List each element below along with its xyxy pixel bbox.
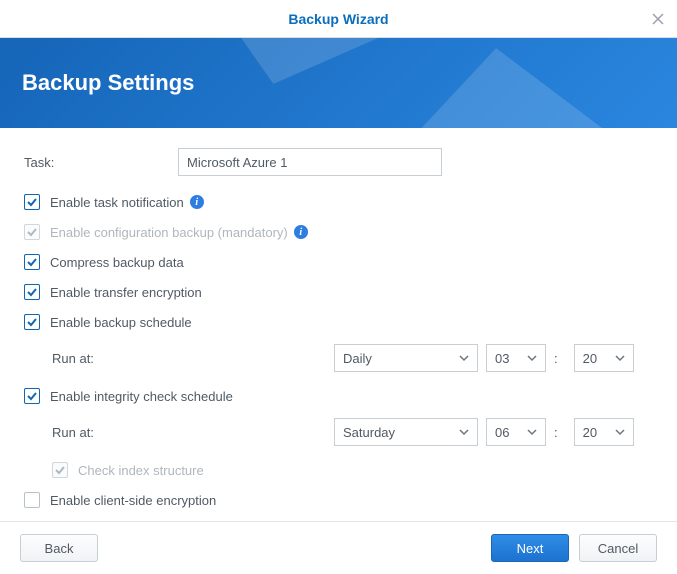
row-integrity-schedule: Enable integrity check schedule — [24, 388, 653, 404]
row-enable-notification: Enable task notification i — [24, 194, 653, 210]
row-compress: Compress backup data — [24, 254, 653, 270]
checkbox-config-backup — [24, 224, 40, 240]
row-client-encryption: Enable client-side encryption — [24, 492, 653, 508]
cancel-button[interactable]: Cancel — [579, 534, 657, 562]
title-bar: Backup Wizard — [0, 0, 677, 38]
label-config-backup: Enable configuration backup (mandatory) — [50, 225, 288, 240]
integrity-runat-label: Run at: — [52, 425, 334, 440]
label-client-encryption: Enable client-side encryption — [50, 493, 216, 508]
backup-hour-value: 03 — [495, 351, 509, 366]
checkbox-integrity-schedule[interactable] — [24, 388, 40, 404]
back-button[interactable]: Back — [20, 534, 98, 562]
info-icon[interactable]: i — [190, 195, 204, 209]
backup-minute-value: 20 — [583, 351, 597, 366]
label-integrity-schedule: Enable integrity check schedule — [50, 389, 233, 404]
integrity-frequency-value: Saturday — [343, 425, 395, 440]
chevron-down-icon — [459, 427, 469, 437]
time-separator: : — [554, 425, 558, 440]
banner: Backup Settings — [0, 38, 677, 128]
row-backup-schedule: Enable backup schedule — [24, 314, 653, 330]
chevron-down-icon — [459, 353, 469, 363]
integrity-hour-select[interactable]: 06 — [486, 418, 546, 446]
checkbox-enable-notification[interactable] — [24, 194, 40, 210]
label-check-index: Check index structure — [78, 463, 204, 478]
checkbox-backup-schedule[interactable] — [24, 314, 40, 330]
label-enable-notification: Enable task notification — [50, 195, 184, 210]
footer: Back Next Cancel — [0, 521, 677, 574]
integrity-minute-value: 20 — [583, 425, 597, 440]
integrity-schedule-runat: Run at: Saturday 06 : 20 — [24, 418, 653, 446]
backup-schedule-runat: Run at: Daily 03 : 20 — [24, 344, 653, 372]
label-compress: Compress backup data — [50, 255, 184, 270]
integrity-frequency-select[interactable]: Saturday — [334, 418, 478, 446]
page-title: Backup Settings — [22, 70, 194, 96]
backup-frequency-value: Daily — [343, 351, 372, 366]
next-button[interactable]: Next — [491, 534, 569, 562]
checkbox-client-encryption[interactable] — [24, 492, 40, 508]
integrity-hour-value: 06 — [495, 425, 509, 440]
backup-minute-select[interactable]: 20 — [574, 344, 634, 372]
form-content: Task: Enable task notification i Enable … — [0, 128, 677, 508]
chevron-down-icon — [527, 353, 537, 363]
time-separator: : — [554, 351, 558, 366]
row-check-index: Check index structure — [24, 462, 653, 478]
row-transfer-encryption: Enable transfer encryption — [24, 284, 653, 300]
chevron-down-icon — [615, 353, 625, 363]
label-transfer-encryption: Enable transfer encryption — [50, 285, 202, 300]
task-input[interactable] — [178, 148, 442, 176]
info-icon[interactable]: i — [294, 225, 308, 239]
integrity-minute-select[interactable]: 20 — [574, 418, 634, 446]
close-button[interactable] — [639, 0, 677, 38]
row-config-backup: Enable configuration backup (mandatory) … — [24, 224, 653, 240]
chevron-down-icon — [615, 427, 625, 437]
task-row: Task: — [24, 148, 653, 176]
close-icon — [651, 12, 665, 26]
window-title: Backup Wizard — [288, 11, 388, 27]
task-label: Task: — [24, 155, 178, 170]
checkbox-compress[interactable] — [24, 254, 40, 270]
checkbox-check-index — [52, 462, 68, 478]
checkbox-transfer-encryption[interactable] — [24, 284, 40, 300]
backup-runat-label: Run at: — [52, 351, 334, 366]
backup-frequency-select[interactable]: Daily — [334, 344, 478, 372]
backup-hour-select[interactable]: 03 — [486, 344, 546, 372]
label-backup-schedule: Enable backup schedule — [50, 315, 192, 330]
chevron-down-icon — [527, 427, 537, 437]
